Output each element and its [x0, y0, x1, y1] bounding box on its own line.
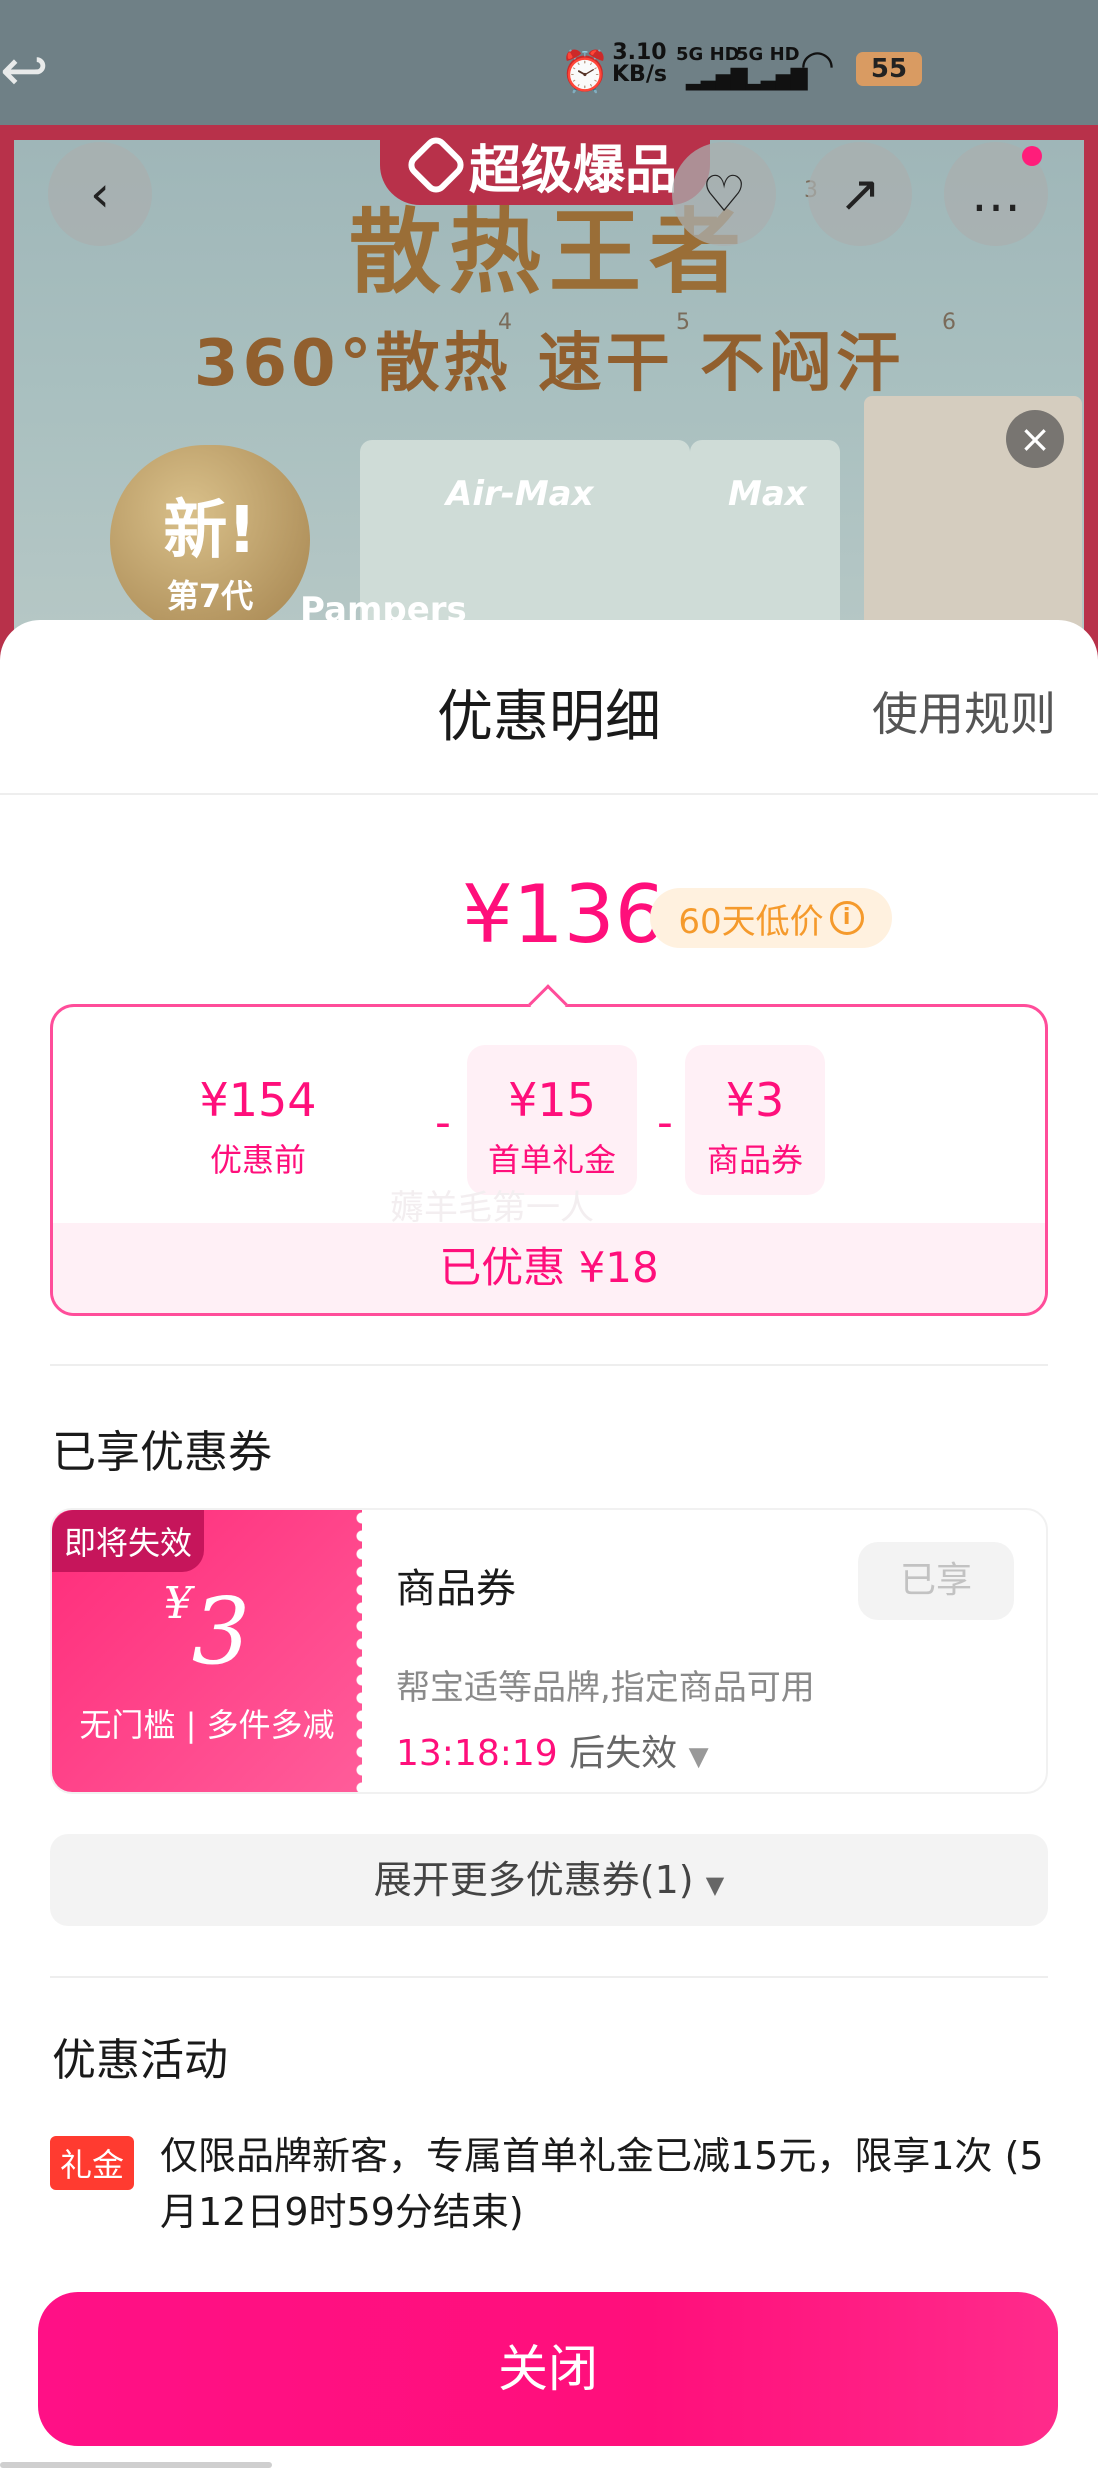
- pack-label: Air-Max: [446, 474, 594, 514]
- super-hot-badge: 超级爆品: [380, 125, 710, 205]
- coupon-amount-value: 3: [191, 1578, 251, 1685]
- low-price-tag[interactable]: 60天低价 i: [650, 888, 892, 948]
- battery-indicator: 55: [856, 52, 922, 86]
- super-hot-label: 超级爆品: [468, 140, 677, 201]
- signal-bars-icon: ▂▃▅▇: [686, 66, 748, 91]
- coupon-amount: ¥3: [52, 1578, 362, 1685]
- caret-down-icon: ▼: [688, 1742, 709, 1772]
- home-indicator[interactable]: [0, 2462, 272, 2468]
- breakdown-first-order-gift: ¥15 首单礼金: [467, 1045, 637, 1195]
- coupon-value-panel: 即将失效 ¥3 无门槛 | 多件多减: [52, 1510, 368, 1792]
- footnote-4: 4: [498, 310, 512, 335]
- network-speed: 3.10 KB/s: [612, 42, 667, 86]
- share-icon: ↗: [839, 165, 881, 223]
- discount-details-sheet: 优惠明细 使用规则 ¥136 60天低价 i ¥154 优惠前 - ¥15 首单…: [0, 620, 1098, 2480]
- breakdown-label: 优惠前: [209, 1141, 306, 1179]
- signal-bars-icon-2: ▂▃▅▇: [746, 66, 808, 91]
- low-price-label: 60天低价: [678, 901, 824, 942]
- coupon-name: 商品券: [396, 1566, 516, 1612]
- network-type-2: 5G HD: [736, 44, 800, 65]
- network-type-1: 5G HD: [676, 44, 740, 65]
- usage-rules-link[interactable]: 使用规则: [872, 678, 1056, 744]
- breakdown-product-coupon: ¥3 商品券: [685, 1045, 825, 1195]
- gift-money-tag: 礼金: [50, 2136, 135, 2190]
- new-generation-badge: 新! 第7代: [110, 445, 310, 635]
- back-button[interactable]: ‹: [48, 142, 152, 246]
- activity-description: 仅限品牌新客，专属首单礼金已减15元，限享1次 (5月12日9时59分结束): [160, 2134, 1044, 2234]
- countdown-suffix: 后失效: [569, 1733, 678, 1774]
- divider: [50, 1364, 1048, 1366]
- coupons-section-title: 已享优惠券: [52, 1427, 272, 1478]
- coupon-countdown[interactable]: 13:18:19 后失效 ▼: [396, 1724, 709, 1776]
- notification-dot: [1022, 146, 1042, 166]
- wifi-icon: ◠: [800, 42, 835, 88]
- thumbnail-close-button[interactable]: ×: [1006, 410, 1064, 468]
- breakdown-label: 首单礼金: [487, 1141, 616, 1179]
- network-speed-unit: KB/s: [612, 62, 667, 87]
- final-price: ¥136: [462, 868, 666, 961]
- coupon-currency: ¥: [163, 1578, 192, 1629]
- expand-more-coupons-button[interactable]: 展开更多优惠券(1) ▼: [50, 1834, 1048, 1926]
- alarm-icon: ⏰: [560, 49, 610, 95]
- breakdown-original: ¥154 优惠前: [183, 1045, 333, 1195]
- breakdown-label: 商品券: [706, 1141, 803, 1179]
- hexagon-logo-icon: [403, 132, 469, 198]
- divider: [50, 1976, 1048, 1978]
- expiring-badge: 即将失效: [52, 1510, 205, 1572]
- info-icon: i: [829, 901, 864, 935]
- footnote-6: 6: [942, 310, 956, 335]
- breakdown-value: ¥3: [725, 1073, 785, 1127]
- close-button[interactable]: 关闭: [38, 2292, 1058, 2446]
- price-breakdown: ¥154 优惠前 - ¥15 首单礼金 - ¥3 商品券 已优惠 ¥18: [50, 1004, 1048, 1316]
- watermark: 薅羊毛第一人: [390, 1188, 594, 1228]
- expand-label: 展开更多优惠券(1): [373, 1858, 694, 1902]
- new-badge-small-text: 第7代: [166, 577, 254, 615]
- close-icon: ×: [1019, 417, 1051, 461]
- countdown-time: 13:18:19: [396, 1733, 558, 1774]
- activities-section-title: 优惠活动: [52, 2035, 228, 2086]
- coupon-applied-button[interactable]: 已享: [858, 1542, 1014, 1620]
- sheet-header: 优惠明细 使用规则: [0, 620, 1098, 795]
- share-button[interactable]: ↗: [808, 142, 912, 246]
- coupon-description: 帮宝适等品牌,指定商品可用: [396, 1668, 815, 1708]
- caret-down-icon: ▼: [705, 1871, 725, 1899]
- footnote-5: 5: [676, 310, 690, 335]
- return-gesture-icon: ↩: [0, 36, 49, 104]
- breakdown-value: ¥15: [508, 1073, 596, 1127]
- heart-plus-icon: ♡: [701, 165, 747, 223]
- more-dots-icon: …: [971, 165, 1021, 223]
- total-discount: 已优惠 ¥18: [53, 1223, 1045, 1313]
- pack-label-2: Max: [728, 474, 807, 514]
- new-badge-big-text: 新!: [163, 494, 257, 568]
- hero-subtitle: 360°散热 速干 不闷汗: [193, 327, 905, 401]
- coupon-condition: 无门槛 | 多件多减: [79, 1706, 335, 1744]
- coupon-card[interactable]: 即将失效 ¥3 无门槛 | 多件多减 商品券 已享 帮宝适等品牌,指定商品可用 …: [50, 1508, 1048, 1794]
- minus-sign: -: [657, 1097, 673, 1148]
- status-bar: ↩ ⏰ 3.10 KB/s 5G HD ▂▃▅▇ 5G HD ▂▃▅▇ ◠ 55: [0, 0, 1098, 125]
- minus-sign: -: [435, 1097, 451, 1148]
- breakdown-value: ¥154: [199, 1073, 317, 1127]
- chevron-left-icon: ‹: [90, 165, 110, 223]
- favorite-button[interactable]: ♡: [672, 142, 776, 246]
